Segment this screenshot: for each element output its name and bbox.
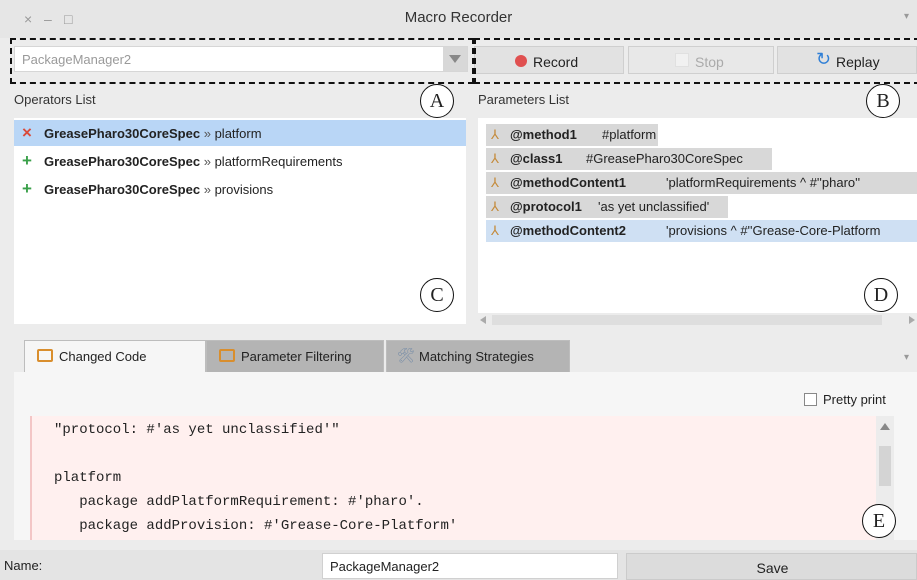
annotation-region-b — [474, 38, 917, 84]
parameter-name: @methodContent1 — [510, 175, 626, 190]
save-button[interactable]: Save — [626, 553, 917, 580]
operator-item[interactable]: × GreasePharo30CoreSpec » platform — [14, 120, 466, 146]
parameter-name: @class1 — [510, 151, 563, 166]
window-menu-icon[interactable]: ▾ — [904, 11, 909, 22]
parameter-item[interactable]: ⅄ @methodContent2 'provisions ^ #''Greas… — [486, 220, 917, 242]
parameter-item[interactable]: ⅄ @class1 #GreasePharo30CoreSpec — [486, 148, 772, 170]
operator-method: platform — [214, 126, 262, 141]
remove-icon: × — [22, 123, 32, 142]
callout-d: D — [864, 278, 898, 312]
tabs-menu-icon[interactable]: ▾ — [904, 352, 909, 363]
tab-matching-strategies[interactable]: 🛠 Matching Strategies — [386, 340, 570, 372]
parameters-list[interactable]: ⅄ @method1 #platform ⅄ @class1 #GreasePh… — [478, 118, 917, 314]
parameter-item[interactable]: ⅄ @protocol1 'as yet unclassified' — [486, 196, 728, 218]
tab-label: Matching Strategies — [419, 349, 534, 364]
code-line: package addPlatformRequirement: #'pharo'… — [54, 494, 424, 510]
parameter-icon: ⅄ — [491, 223, 499, 238]
operator-class: GreasePharo30CoreSpec — [44, 154, 201, 169]
operator-method: platformRequirements — [214, 154, 343, 169]
operator-separator: » — [203, 126, 211, 141]
window-title: Macro Recorder — [404, 9, 513, 26]
operator-item[interactable]: + GreasePharo30CoreSpec » platformRequir… — [14, 148, 466, 174]
parameter-name: @method1 — [510, 127, 577, 142]
parameter-name: @protocol1 — [510, 199, 582, 214]
parameter-value: 'as yet unclassified' — [598, 199, 710, 214]
folder-icon — [37, 349, 53, 362]
parameter-item[interactable]: ⅄ @methodContent1 'platformRequirements … — [486, 172, 917, 194]
parameters-list-label: Parameters List — [478, 92, 570, 107]
operators-list-label: Operators List — [14, 92, 96, 107]
tab-changed-code[interactable]: Changed Code — [24, 340, 206, 372]
name-input[interactable]: PackageManager2 — [322, 553, 618, 579]
name-label: Name: — [4, 558, 43, 573]
parameter-value: #GreasePharo30CoreSpec — [586, 151, 743, 166]
callout-b: B — [866, 84, 900, 118]
pretty-print-checkbox[interactable] — [804, 393, 817, 406]
scroll-thumb[interactable] — [492, 315, 882, 325]
parameter-value: 'provisions ^ #''Grease-Core-Platform — [666, 223, 881, 238]
parameters-hscrollbar[interactable] — [478, 313, 917, 327]
annotation-region-a — [10, 38, 474, 84]
scroll-left-icon[interactable] — [480, 316, 486, 324]
scroll-up-icon[interactable] — [880, 423, 890, 430]
parameter-value: #platform — [602, 127, 657, 142]
name-input-value: PackageManager2 — [330, 559, 440, 574]
parameter-icon: ⅄ — [491, 175, 499, 190]
operator-item[interactable]: + GreasePharo30CoreSpec » provisions — [14, 176, 466, 202]
folder-icon — [219, 349, 235, 362]
operator-class: GreasePharo30CoreSpec — [44, 182, 201, 197]
code-editor[interactable]: "protocol: #'as yet unclassified'" platf… — [30, 416, 876, 540]
operator-separator: » — [203, 154, 211, 169]
pretty-print-label: Pretty print — [823, 392, 886, 407]
callout-a: A — [420, 84, 454, 118]
parameter-item[interactable]: ⅄ @method1 #platform — [486, 124, 658, 146]
parameter-icon: ⅄ — [491, 151, 499, 166]
operator-method: provisions — [214, 182, 274, 197]
parameter-name: @methodContent2 — [510, 223, 626, 238]
operator-separator: » — [203, 182, 211, 197]
tools-icon: 🛠 — [397, 347, 415, 363]
title-bar: × – □ Macro Recorder ▾ — [0, 0, 917, 38]
add-icon: + — [22, 151, 32, 170]
code-line: platform — [54, 470, 122, 486]
tab-label: Changed Code — [59, 349, 147, 364]
parameter-icon: ⅄ — [491, 199, 499, 214]
footer-bar: Name: PackageManager2 Save — [0, 550, 917, 580]
operators-list[interactable]: × GreasePharo30CoreSpec » platform + Gre… — [14, 118, 466, 324]
save-label: Save — [756, 560, 789, 576]
callout-c: C — [420, 278, 454, 312]
tab-label: Parameter Filtering — [241, 349, 352, 364]
scroll-thumb[interactable] — [879, 446, 891, 486]
callout-e: E — [862, 504, 896, 538]
parameter-icon: ⅄ — [491, 127, 499, 142]
code-line: package addProvision: #'Grease-Core-Plat… — [54, 518, 458, 534]
tab-parameter-filtering[interactable]: Parameter Filtering — [206, 340, 384, 372]
parameter-value: 'platformRequirements ^ #''pharo'' — [666, 175, 861, 190]
code-line: "protocol: #'as yet unclassified'" — [54, 422, 340, 438]
operator-class: GreasePharo30CoreSpec — [44, 126, 201, 141]
add-icon: + — [22, 179, 32, 198]
scroll-right-icon[interactable] — [909, 316, 915, 324]
